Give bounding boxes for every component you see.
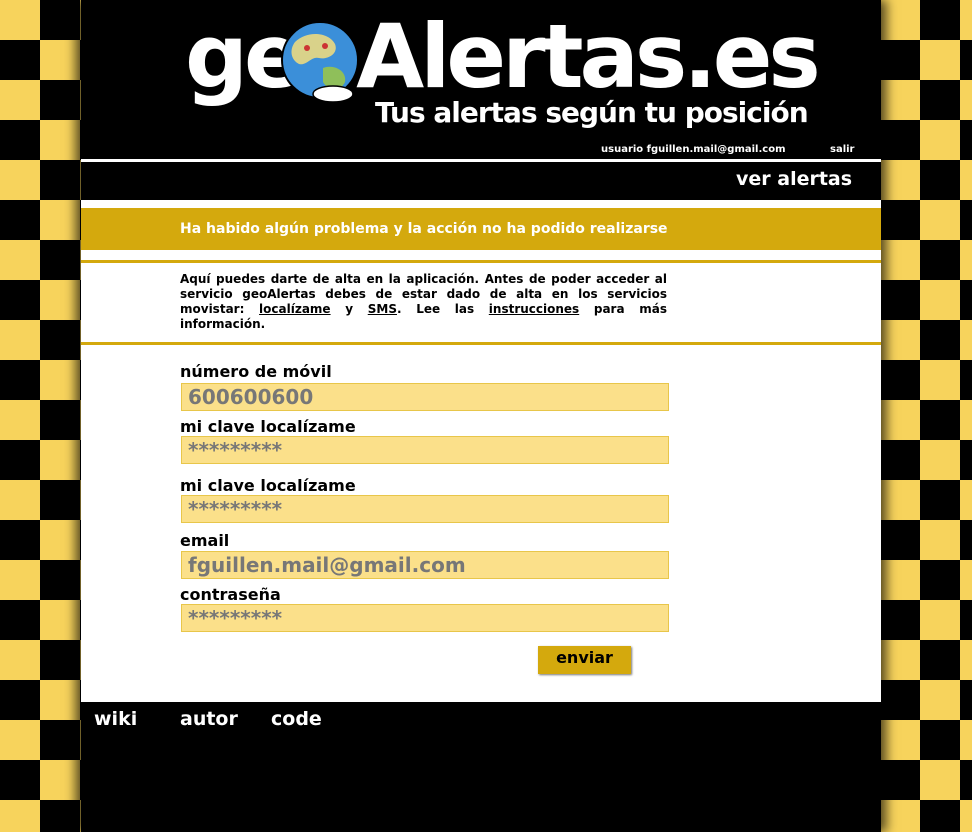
intro-text: Aquí puedes darte de alta en la aplicaci… (180, 272, 667, 331)
email-input[interactable] (181, 551, 669, 579)
logo[interactable]: geoAlertas.es Tus alertas según tu posic… (185, 5, 821, 136)
user-bar: usuario fguillen.mail@gmail.com salir (81, 143, 881, 159)
globe-icon (281, 21, 359, 103)
footer-author-link[interactable]: autor (180, 708, 238, 730)
logo-tagline: Tus alertas según tu posición (375, 96, 809, 129)
localizame-key-confirm-input[interactable] (181, 495, 669, 523)
error-banner: Ha habido algún problema y la acción no … (81, 208, 881, 250)
localizame-key-label: mi clave localízame (180, 417, 356, 436)
sms-link[interactable]: SMS (368, 302, 397, 316)
password-input[interactable] (181, 604, 669, 632)
submit-button[interactable]: enviar (538, 646, 631, 674)
localizame-link[interactable]: localízame (259, 302, 331, 316)
section-divider (81, 260, 881, 263)
localizame-key-confirm-label: mi clave localízame (180, 476, 356, 495)
localizame-key-input[interactable] (181, 436, 669, 464)
main-content: Ha habido algún problema y la acción no … (81, 200, 881, 702)
mobile-label: número de móvil (180, 362, 332, 381)
password-label: contraseña (180, 585, 281, 604)
footer-code-link[interactable]: code (271, 708, 322, 730)
email-label: email (180, 531, 230, 550)
nav-view-alerts-link[interactable]: ver alertas (736, 168, 852, 190)
header-divider (81, 159, 881, 162)
logout-link[interactable]: salir (830, 144, 855, 155)
page-container: geoAlertas.es Tus alertas según tu posic… (81, 0, 881, 832)
instructions-link[interactable]: instrucciones (489, 302, 579, 316)
section-divider (81, 342, 881, 345)
user-label: usuario fguillen.mail@gmail.com (601, 144, 786, 155)
footer-wiki-link[interactable]: wiki (94, 708, 137, 730)
error-message: Ha habido algún problema y la acción no … (180, 221, 668, 237)
mobile-input[interactable] (181, 383, 669, 411)
